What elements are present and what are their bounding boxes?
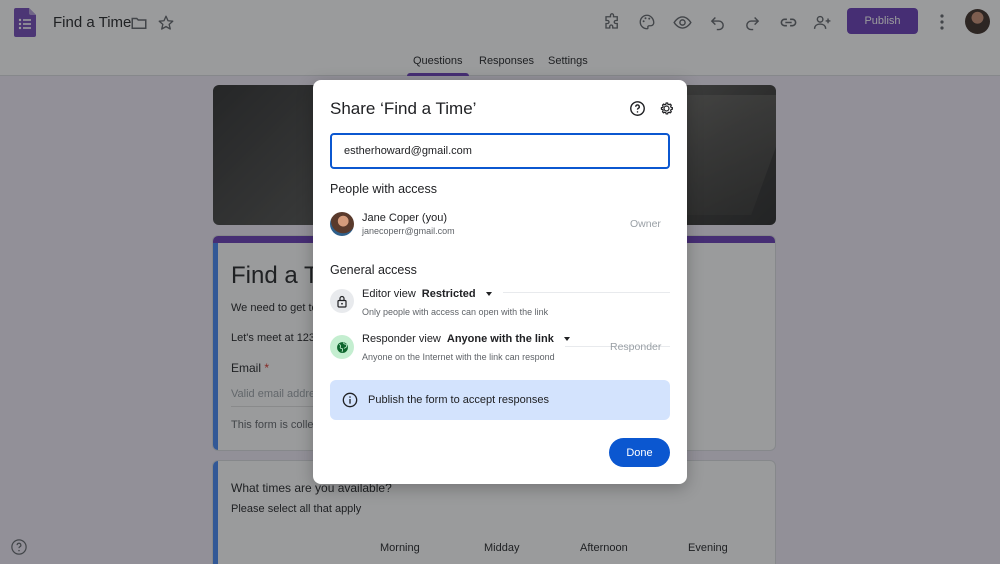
person-name: Jane Coper (you) (362, 212, 447, 224)
editor-view-description: Only people with access can open with th… (362, 307, 549, 317)
help-icon[interactable] (629, 100, 646, 117)
publish-info-banner: Publish the form to accept responses (330, 380, 670, 420)
responder-view-label: Responder view (362, 333, 441, 345)
responder-view-description: Anyone on the Internet with the link can… (362, 352, 555, 362)
chevron-down-icon[interactable] (485, 292, 492, 297)
avatar (330, 212, 354, 236)
divider (503, 292, 670, 293)
gear-icon[interactable] (658, 100, 675, 117)
person-email: janecoperr@gmail.com (362, 226, 455, 236)
done-button[interactable]: Done (609, 438, 670, 467)
people-with-access-heading: People with access (330, 182, 438, 196)
owner-role-label: Owner (630, 218, 661, 230)
globe-icon (330, 335, 354, 359)
chevron-down-icon[interactable] (563, 337, 570, 342)
general-access-heading: General access (330, 263, 417, 277)
lock-icon (330, 289, 354, 313)
info-text: Publish the form to accept responses (368, 394, 549, 406)
responder-role-label: Responder (610, 341, 662, 353)
dialog-title: Share ‘Find a Time’ (330, 99, 477, 118)
editor-view-label: Editor view (362, 288, 416, 300)
info-icon (342, 392, 358, 408)
editor-access-dropdown[interactable]: Editor view Restricted (362, 288, 492, 300)
responder-access-dropdown[interactable]: Responder view Anyone with the link (362, 333, 570, 345)
responder-view-value[interactable]: Anyone with the link (447, 333, 554, 345)
editor-view-value[interactable]: Restricted (422, 288, 476, 300)
share-dialog: Share ‘Find a Time’ People with access J… (313, 80, 687, 484)
share-email-input[interactable] (330, 133, 670, 169)
